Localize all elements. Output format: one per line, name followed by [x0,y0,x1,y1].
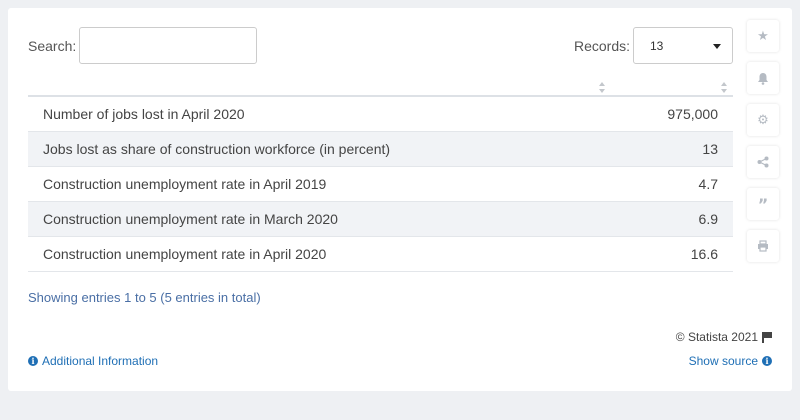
row-value: 16.6 [690,246,718,262]
search-label: Search: [28,38,77,54]
table-row: Number of jobs lost in April 2020 975,00… [28,97,733,132]
row-value: 975,000 [667,106,718,122]
show-source-label: Show source [688,354,758,368]
entries-summary: Showing entries 1 to 5 (5 entries in tot… [28,290,261,305]
copyright-text: © Statista 2021 [675,330,758,344]
flag-icon[interactable] [762,331,772,343]
row-label: Construction unemployment rate in March … [43,211,338,227]
show-source-link[interactable]: Show source i [689,354,772,368]
chevron-down-icon [713,44,721,49]
row-label: Construction unemployment rate in April … [43,176,327,192]
star-icon[interactable]: ★ [747,20,779,52]
sort-icon-label-column[interactable] [598,82,606,94]
sort-icon-value-column[interactable] [720,82,728,94]
table-row: Construction unemployment rate in April … [28,237,733,272]
share-icon[interactable] [747,146,779,178]
info-icon: i [28,356,38,366]
gear-icon[interactable]: ⚙ [747,104,779,136]
table-row: Construction unemployment rate in April … [28,167,733,202]
table-row: Construction unemployment rate in March … [28,202,733,237]
data-table: Number of jobs lost in April 2020 975,00… [28,78,733,272]
statistics-card: Search: Records: 13 Number of jobs lost … [8,8,792,391]
table-row: Jobs lost as share of construction workf… [28,132,733,167]
row-label: Number of jobs lost in April 2020 [43,106,245,122]
records-select[interactable]: 13 [633,27,733,64]
row-value: 6.9 [698,211,718,227]
bell-icon[interactable] [747,62,779,94]
row-label: Jobs lost as share of construction workf… [43,141,391,157]
quote-icon[interactable]: ” [747,188,779,220]
records-label: Records: [574,38,631,54]
row-value: 13 [702,141,718,157]
info-icon: i [762,356,772,366]
table-header [28,78,733,97]
print-icon[interactable] [747,230,779,262]
additional-information-link[interactable]: i Additional Information [28,354,158,368]
search-input[interactable] [79,27,257,64]
copyright: © Statista 2021 [676,330,772,344]
row-label: Construction unemployment rate in April … [43,246,327,262]
row-value: 4.7 [698,176,718,192]
action-sidebar: ★ ⚙ ” [747,20,779,272]
additional-information-label: Additional Information [42,354,159,368]
records-selected-value: 13 [650,39,664,53]
